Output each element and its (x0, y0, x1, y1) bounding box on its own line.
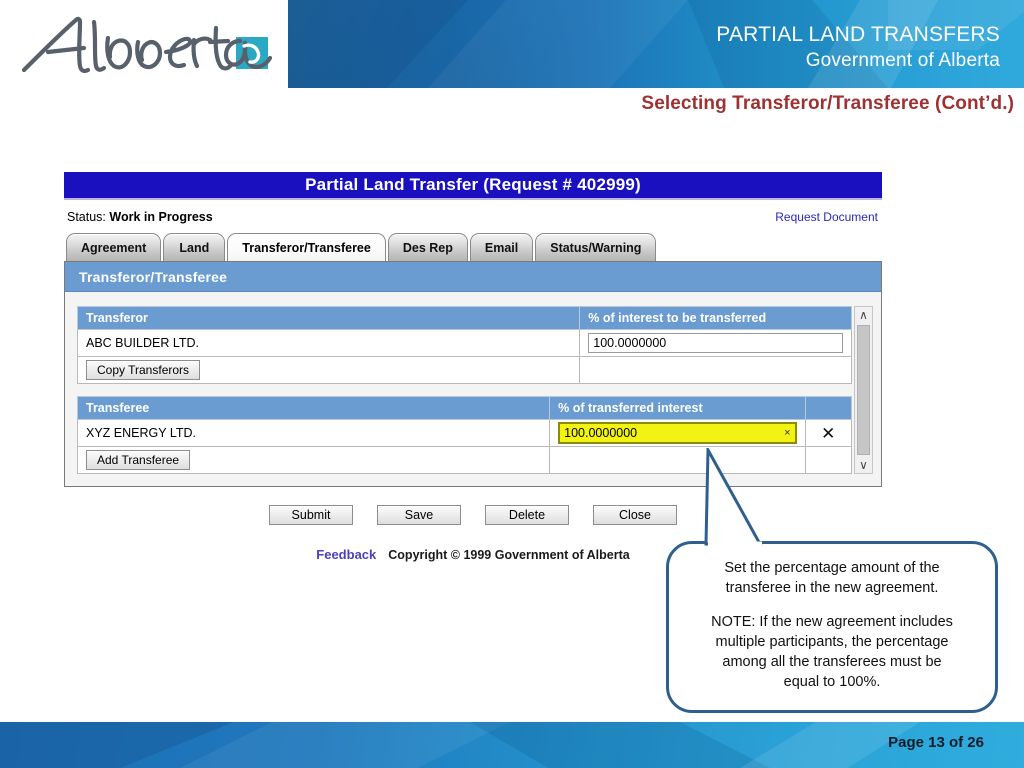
transferor-pct-cell: 100.0000000 (579, 329, 852, 357)
transferee-name-cell: XYZ ENERGY LTD. (76, 419, 551, 447)
delete-button[interactable]: Delete (485, 505, 569, 525)
callout-line-4: multiple participants, the percentage (715, 634, 949, 650)
transferee-col-name: Transferee (76, 396, 551, 420)
callout-line-2: transferee in the new agreement. (725, 580, 939, 596)
transferee-col-pct: % of transferred interest (549, 396, 806, 420)
panel-header: Transferor/Transferee (65, 262, 881, 292)
transferor-col-pct: % of interest to be transferred (579, 306, 852, 330)
banner-title: PARTIAL LAND TRANSFERS (716, 23, 1000, 46)
table-row: XYZ ENERGY LTD. 100.0000000 × ✕ (76, 419, 853, 447)
grid-spacer (77, 384, 852, 396)
table-row: Copy Transferors (76, 356, 852, 384)
alberta-logo (18, 8, 274, 86)
status-text: Status: Work in Progress (67, 210, 213, 224)
status-prefix: Status: (67, 210, 106, 224)
transferor-col-name: Transferor (76, 306, 581, 330)
page-number: Page 13 of 26 (888, 734, 984, 751)
tab-land[interactable]: Land (163, 233, 226, 261)
add-transferee-button[interactable]: Add Transferee (86, 450, 191, 470)
scrollbar-thumb[interactable] (857, 325, 870, 455)
callout-line-3: NOTE: If the new agreement includes (711, 614, 953, 630)
slide-subtitle: Selecting Transferor/Transferee (Cont’d.… (641, 93, 1014, 114)
add-transferee-cell: Add Transferee (76, 446, 551, 474)
slide-header: PARTIAL LAND TRANSFERS Government of Alb… (0, 0, 1024, 114)
callout-line-6: equal to 100%. (783, 674, 881, 690)
tab-strip: Agreement Land Transferor/Transferee Des… (64, 231, 882, 261)
submit-button[interactable]: Submit (269, 505, 353, 525)
tab-email[interactable]: Email (469, 233, 534, 261)
transferor-header-row: Transferor % of interest to be transferr… (76, 306, 852, 330)
banner-polygon-2 (428, 0, 688, 88)
callout-spacer (683, 598, 981, 612)
footer-polygon-2 (180, 722, 510, 768)
transferee-pct-input[interactable]: 100.0000000 × (558, 422, 797, 444)
callout-tail (704, 448, 763, 547)
save-button[interactable]: Save (377, 505, 461, 525)
copy-transferors-button[interactable]: Copy Transferors (86, 360, 201, 380)
feedback-link[interactable]: Feedback (316, 547, 376, 562)
transferor-table: Transferor % of interest to be transferr… (76, 306, 852, 384)
copy-transferors-cell: Copy Transferors (76, 356, 581, 384)
app-title: Partial Land Transfer (Request # 402999) (305, 175, 641, 194)
status-value: Work in Progress (109, 210, 213, 224)
status-row: Status: Work in Progress Request Documen… (64, 208, 882, 230)
request-document-link[interactable]: Request Document (775, 210, 878, 224)
transferor-empty-cell (579, 356, 852, 384)
delete-row-icon[interactable]: ✕ (814, 425, 843, 442)
tab-agreement[interactable]: Agreement (66, 233, 162, 261)
tab-transferor-transferee[interactable]: Transferor/Transferee (227, 233, 386, 261)
copyright-text: Copyright © 1999 Government of Alberta (388, 548, 630, 562)
transferee-pct-value: 100.0000000 (564, 426, 638, 440)
callout-bubble: Set the percentage amount of the transfe… (666, 541, 998, 713)
callout-line-1: Set the percentage amount of the (724, 560, 940, 576)
transferor-pct-input[interactable]: 100.0000000 (588, 333, 843, 353)
tab-des-rep[interactable]: Des Rep (387, 233, 468, 261)
table-row: ABC BUILDER LTD. 100.0000000 (76, 329, 852, 357)
banner-text-block: PARTIAL LAND TRANSFERS Government of Alb… (716, 22, 1000, 73)
scroll-up-icon[interactable]: ∧ (859, 309, 868, 321)
app-titlebar: Partial Land Transfer (Request # 402999) (64, 172, 882, 200)
transferee-delete-cell: ✕ (804, 419, 853, 447)
footer-polygon-3 (470, 722, 770, 768)
callout-line-5: among all the transferees must be (722, 654, 942, 670)
callout-text: Set the percentage amount of the transfe… (683, 558, 981, 692)
transferee-pct-cell: 100.0000000 × (549, 419, 806, 447)
transferor-name-cell: ABC BUILDER LTD. (76, 329, 581, 357)
close-button[interactable]: Close (593, 505, 677, 525)
transferee-col-action (804, 396, 853, 420)
header-banner: PARTIAL LAND TRANSFERS Government of Alb… (288, 0, 1024, 88)
tab-status-warning[interactable]: Status/Warning (535, 233, 657, 261)
scroll-down-icon[interactable]: ∨ (859, 459, 868, 471)
vertical-scrollbar[interactable]: ∧ ∨ (854, 306, 873, 474)
transferee-header-row: Transferee % of transferred interest (76, 396, 853, 420)
banner-subtitle: Government of Alberta (805, 50, 1000, 71)
slide-footer-band: Page 13 of 26 (0, 722, 1024, 768)
clear-icon[interactable]: × (784, 427, 790, 439)
